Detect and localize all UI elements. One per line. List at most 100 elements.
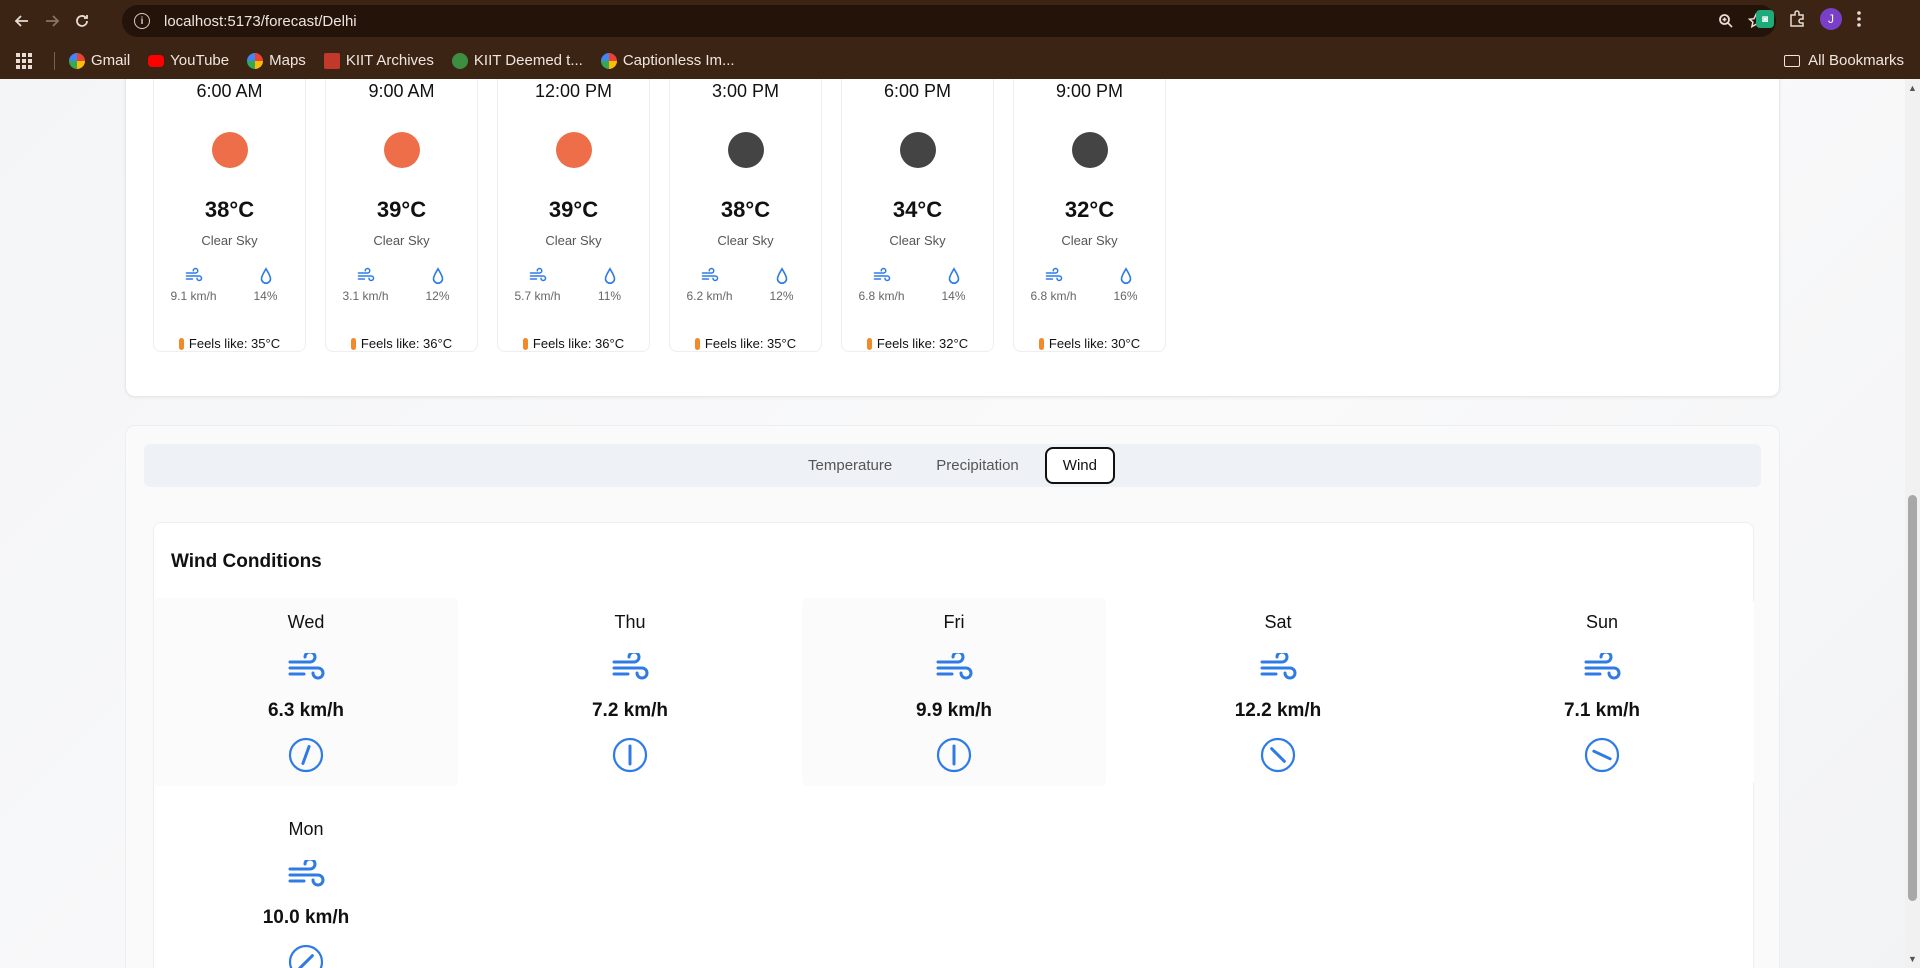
toolbar: i localhost:5173/forecast/Delhi ◙ J bbox=[0, 0, 1920, 42]
thermometer-icon bbox=[866, 337, 872, 350]
wind-speed: 10.0 km/h bbox=[262, 907, 350, 928]
hour-wind-value: 3.1 km/h bbox=[342, 289, 389, 303]
feels-like-text: Feels like: 36°C bbox=[360, 336, 453, 351]
hour-humidity: 12% bbox=[411, 267, 465, 303]
hour-wind-value: 6.8 km/h bbox=[1030, 289, 1077, 303]
wind-direction-icon bbox=[612, 737, 648, 773]
hour-wind-value: 6.2 km/h bbox=[686, 289, 733, 303]
bookmark-kiit-archives[interactable]: KIIT Archives bbox=[323, 52, 434, 69]
wind-direction-icon bbox=[936, 737, 972, 773]
hour-feels-like: Feels like: 36°C bbox=[326, 336, 477, 351]
wind-direction-icon bbox=[288, 737, 324, 773]
arrow-right-icon bbox=[46, 15, 60, 27]
wind-day-item: Wed 6.3 km/h bbox=[154, 598, 458, 786]
hour-time: 9:00 AM bbox=[368, 81, 435, 101]
bookmark-label: YouTube bbox=[170, 52, 230, 69]
hour-humidity: 14% bbox=[239, 267, 293, 303]
feels-like-text: Feels like: 32°C bbox=[876, 336, 969, 351]
thermometer-icon bbox=[1038, 337, 1044, 350]
bookmark-captionless[interactable]: Captionless Im... bbox=[600, 52, 735, 69]
youtube-icon bbox=[148, 54, 165, 67]
thermometer-icon bbox=[350, 337, 356, 350]
tab-wind[interactable]: Wind bbox=[1044, 447, 1115, 484]
wind-day-name: Thu bbox=[614, 612, 646, 632]
puzzle-icon[interactable] bbox=[1788, 10, 1806, 28]
hour-condition: Clear Sky bbox=[889, 233, 946, 248]
avatar[interactable]: J bbox=[1820, 8, 1842, 30]
folder-icon bbox=[1784, 54, 1801, 67]
browser-chrome: i localhost:5173/forecast/Delhi ◙ J Gmai… bbox=[0, 0, 1920, 79]
hourly-forecast-card: 6:00 AM 38°C Clear Sky 9.1 km/h 14% Feels lik… bbox=[125, 79, 1780, 397]
bookmark-label: KIIT Archives bbox=[345, 52, 434, 69]
tab-precipitation[interactable]: Precipitation bbox=[918, 447, 1037, 484]
wind-icon bbox=[1045, 267, 1062, 282]
feels-like-text: Feels like: 30°C bbox=[1048, 336, 1141, 351]
back-button[interactable] bbox=[7, 6, 37, 36]
thermometer-icon bbox=[694, 337, 700, 350]
hour-time: 6:00 PM bbox=[883, 81, 952, 101]
scroll-down-icon[interactable]: ▼ bbox=[1908, 954, 1917, 964]
hourly-item: 9:00 AM 39°C Clear Sky 3.1 km/h 12% Feels lik… bbox=[325, 79, 478, 352]
arrow-left-icon bbox=[14, 15, 28, 27]
hour-stats: 6.2 km/h 12% bbox=[670, 267, 821, 303]
hour-stats: 3.1 km/h 12% bbox=[326, 267, 477, 303]
url-text: localhost:5173/forecast/Delhi bbox=[164, 12, 357, 30]
hour-wind: 3.1 km/h bbox=[339, 267, 393, 303]
hour-feels-like: Feels like: 30°C bbox=[1014, 336, 1165, 351]
wind-icon bbox=[288, 860, 325, 887]
humidity-drop-icon bbox=[604, 267, 615, 284]
hour-time: 9:00 PM bbox=[1055, 81, 1124, 101]
bookmark-label: Captionless Im... bbox=[622, 52, 735, 69]
hour-temperature: 32°C bbox=[1064, 197, 1115, 222]
wind-icon bbox=[612, 653, 649, 680]
hour-stats: 6.8 km/h 14% bbox=[842, 267, 993, 303]
bookmark-kiit-deemed[interactable]: KIIT Deemed t... bbox=[451, 52, 583, 69]
pinwheel-icon bbox=[600, 52, 617, 69]
bookmark-gmail[interactable]: Gmail bbox=[69, 52, 130, 69]
zoom-icon[interactable] bbox=[1718, 13, 1734, 29]
thermometer-icon bbox=[522, 337, 528, 350]
page-content: 6:00 AM 38°C Clear Sky 9.1 km/h 14% Feels lik… bbox=[0, 79, 1920, 968]
all-bookmarks-button[interactable]: All Bookmarks bbox=[1784, 52, 1904, 69]
wind-day-name: Sat bbox=[1264, 612, 1292, 632]
wind-icon bbox=[701, 267, 718, 282]
hour-feels-like: Feels like: 35°C bbox=[670, 336, 821, 351]
weather-condition-icon bbox=[384, 132, 420, 168]
bookmarks-bar: Gmail YouTube Maps KIIT Archives KIIT De… bbox=[0, 42, 1920, 79]
hour-wind-value: 5.7 km/h bbox=[514, 289, 561, 303]
extension-icon[interactable]: ◙ bbox=[1756, 10, 1774, 28]
hour-condition: Clear Sky bbox=[1061, 233, 1118, 248]
weather-condition-icon bbox=[556, 132, 592, 168]
hour-temperature: 39°C bbox=[376, 197, 427, 222]
hour-condition: Clear Sky bbox=[717, 233, 774, 248]
archive-icon bbox=[323, 52, 340, 69]
apps-icon[interactable] bbox=[16, 52, 32, 69]
scroll-up-icon[interactable]: ▲ bbox=[1908, 83, 1917, 93]
hour-temperature: 39°C bbox=[548, 197, 599, 222]
wind-conditions-title: Wind Conditions bbox=[171, 551, 322, 572]
menu-icon[interactable] bbox=[1856, 10, 1862, 28]
wind-icon bbox=[1260, 653, 1297, 680]
wind-day-name: Mon bbox=[288, 819, 324, 839]
wind-speed: 9.9 km/h bbox=[915, 700, 993, 721]
wind-icon bbox=[288, 653, 325, 680]
humidity-drop-icon bbox=[1120, 267, 1131, 284]
google-icon bbox=[247, 52, 264, 69]
hour-wind: 6.8 km/h bbox=[1027, 267, 1081, 303]
humidity-drop-icon bbox=[432, 267, 443, 284]
wind-direction-icon bbox=[288, 944, 324, 968]
reload-button[interactable] bbox=[67, 6, 97, 36]
bookmark-maps[interactable]: Maps bbox=[247, 52, 306, 69]
scrollbar-thumb[interactable] bbox=[1908, 495, 1917, 901]
forward-button[interactable] bbox=[37, 6, 67, 36]
hour-humidity-value: 12% bbox=[425, 289, 450, 303]
hour-feels-like: Feels like: 36°C bbox=[498, 336, 649, 351]
tab-temperature[interactable]: Temperature bbox=[790, 447, 910, 484]
site-info-icon[interactable]: i bbox=[134, 13, 150, 29]
bookmark-youtube[interactable]: YouTube bbox=[148, 52, 229, 69]
address-bar[interactable]: i localhost:5173/forecast/Delhi bbox=[122, 5, 1776, 37]
humidity-drop-icon bbox=[260, 267, 271, 284]
scrollbar[interactable]: ▲ ▼ bbox=[1905, 79, 1920, 968]
feels-like-text: Feels like: 36°C bbox=[532, 336, 625, 351]
hour-feels-like: Feels like: 35°C bbox=[154, 336, 305, 351]
